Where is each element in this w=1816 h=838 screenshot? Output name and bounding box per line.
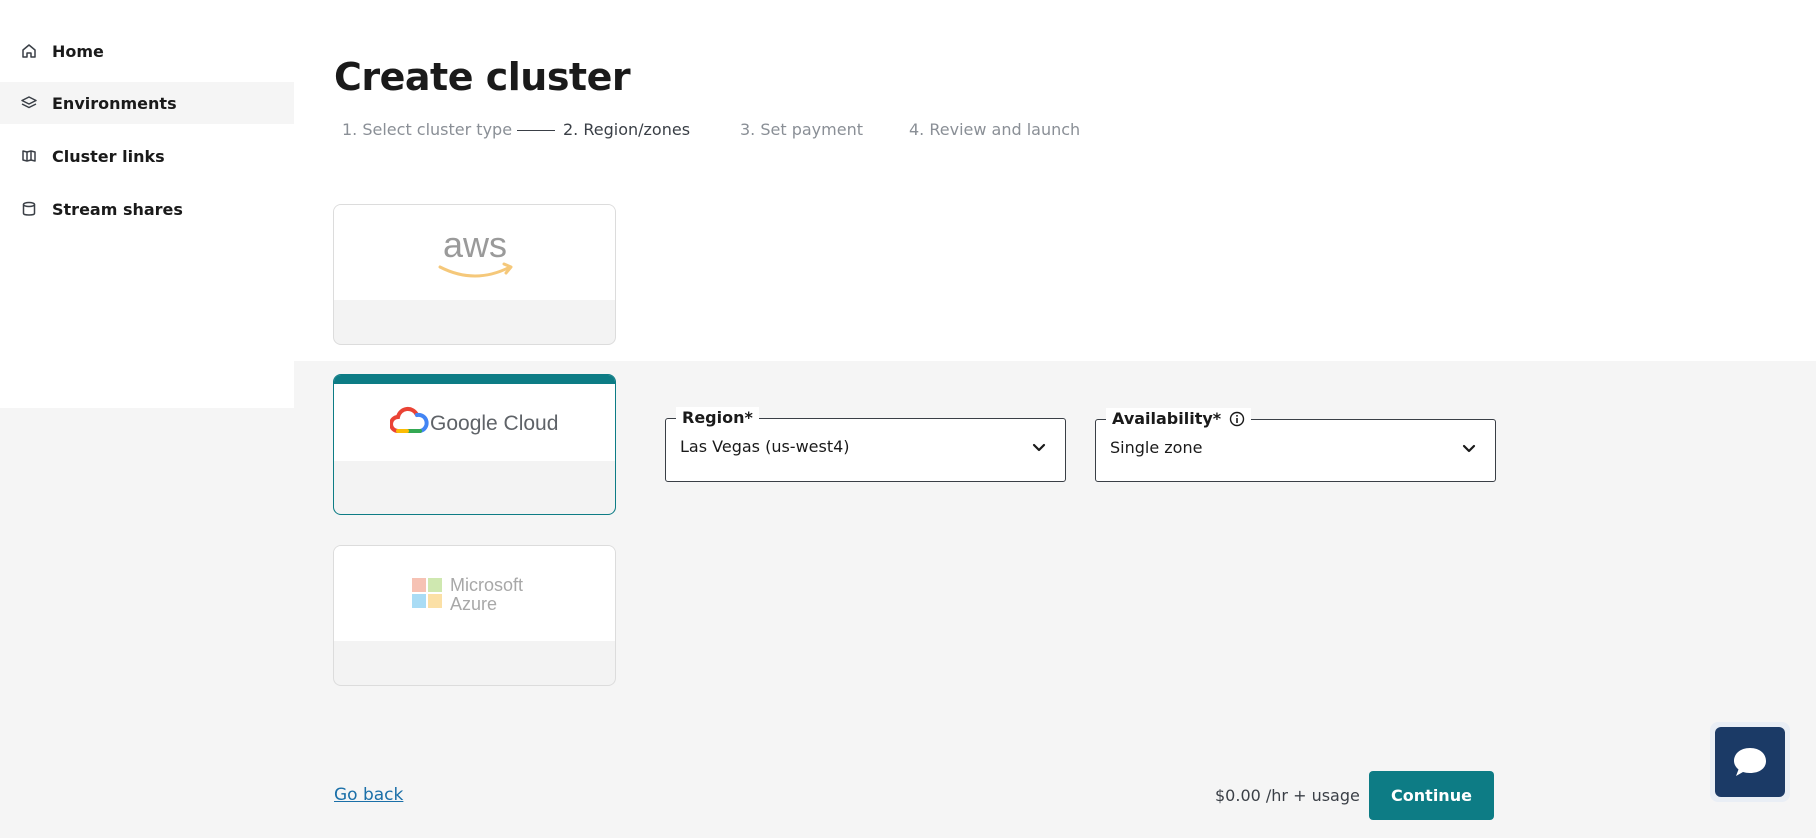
sidebar-item-label: Home	[52, 41, 104, 61]
sidebar-item-stream-shares[interactable]: Stream shares	[0, 188, 294, 230]
availability-value: Single zone	[1110, 438, 1203, 457]
availability-label: Availability*	[1106, 408, 1252, 430]
provider-card-azure[interactable]: Microsoft Azure	[333, 545, 616, 686]
chat-bubble-icon	[1734, 748, 1766, 776]
provider-card-aws[interactable]: aws	[333, 204, 616, 345]
sidebar: Home Environments Cluster links Stream s…	[0, 0, 294, 408]
svg-text:aws: aws	[442, 224, 506, 265]
step-select-cluster-type: 1. Select cluster type	[342, 120, 513, 139]
sidebar-item-label: Environments	[52, 93, 177, 113]
sidebar-item-cluster-links[interactable]: Cluster links	[0, 135, 294, 177]
step-region-zones: 2. Region/zones	[563, 120, 691, 139]
step-set-payment: 3. Set payment	[740, 120, 863, 139]
continue-button[interactable]: Continue	[1369, 771, 1494, 820]
availability-select[interactable]: Availability* Single zone	[1095, 408, 1496, 482]
region-select[interactable]: Region* Las Vegas (us-west4)	[665, 407, 1066, 482]
chevron-down-icon	[1032, 443, 1046, 452]
map-icon	[20, 147, 38, 165]
chat-widget	[1710, 722, 1790, 802]
info-icon[interactable]	[1229, 411, 1245, 427]
svg-text:Microsoft: Microsoft	[450, 575, 523, 595]
home-icon	[20, 42, 38, 60]
google-cloud-logo: Google Cloud	[334, 384, 615, 461]
chat-button[interactable]	[1715, 727, 1785, 797]
provider-card-google-cloud[interactable]: Google Cloud	[333, 374, 616, 515]
step-progress-line	[517, 130, 555, 131]
page-title: Create cluster	[334, 55, 631, 99]
aws-logo: aws	[334, 205, 615, 300]
sidebar-item-home[interactable]: Home	[0, 30, 294, 72]
region-label: Region*	[676, 407, 759, 429]
selected-accent-bar	[334, 375, 615, 384]
sidebar-item-label: Stream shares	[52, 199, 183, 219]
step-review-and-launch: 4. Review and launch	[909, 120, 1081, 139]
price-estimate: $0.00 /hr + usage	[1215, 786, 1360, 805]
go-back-link[interactable]: Go back	[334, 785, 403, 805]
microsoft-azure-logo: Microsoft Azure	[334, 546, 615, 641]
chevron-down-icon	[1462, 444, 1476, 453]
sidebar-item-environments[interactable]: Environments	[0, 82, 294, 124]
region-value: Las Vegas (us-west4)	[680, 437, 850, 456]
database-icon	[20, 200, 38, 218]
layers-icon	[20, 94, 38, 112]
svg-text:Google Cloud: Google Cloud	[430, 412, 558, 435]
svg-text:Azure: Azure	[450, 594, 497, 614]
sidebar-item-label: Cluster links	[52, 146, 165, 166]
